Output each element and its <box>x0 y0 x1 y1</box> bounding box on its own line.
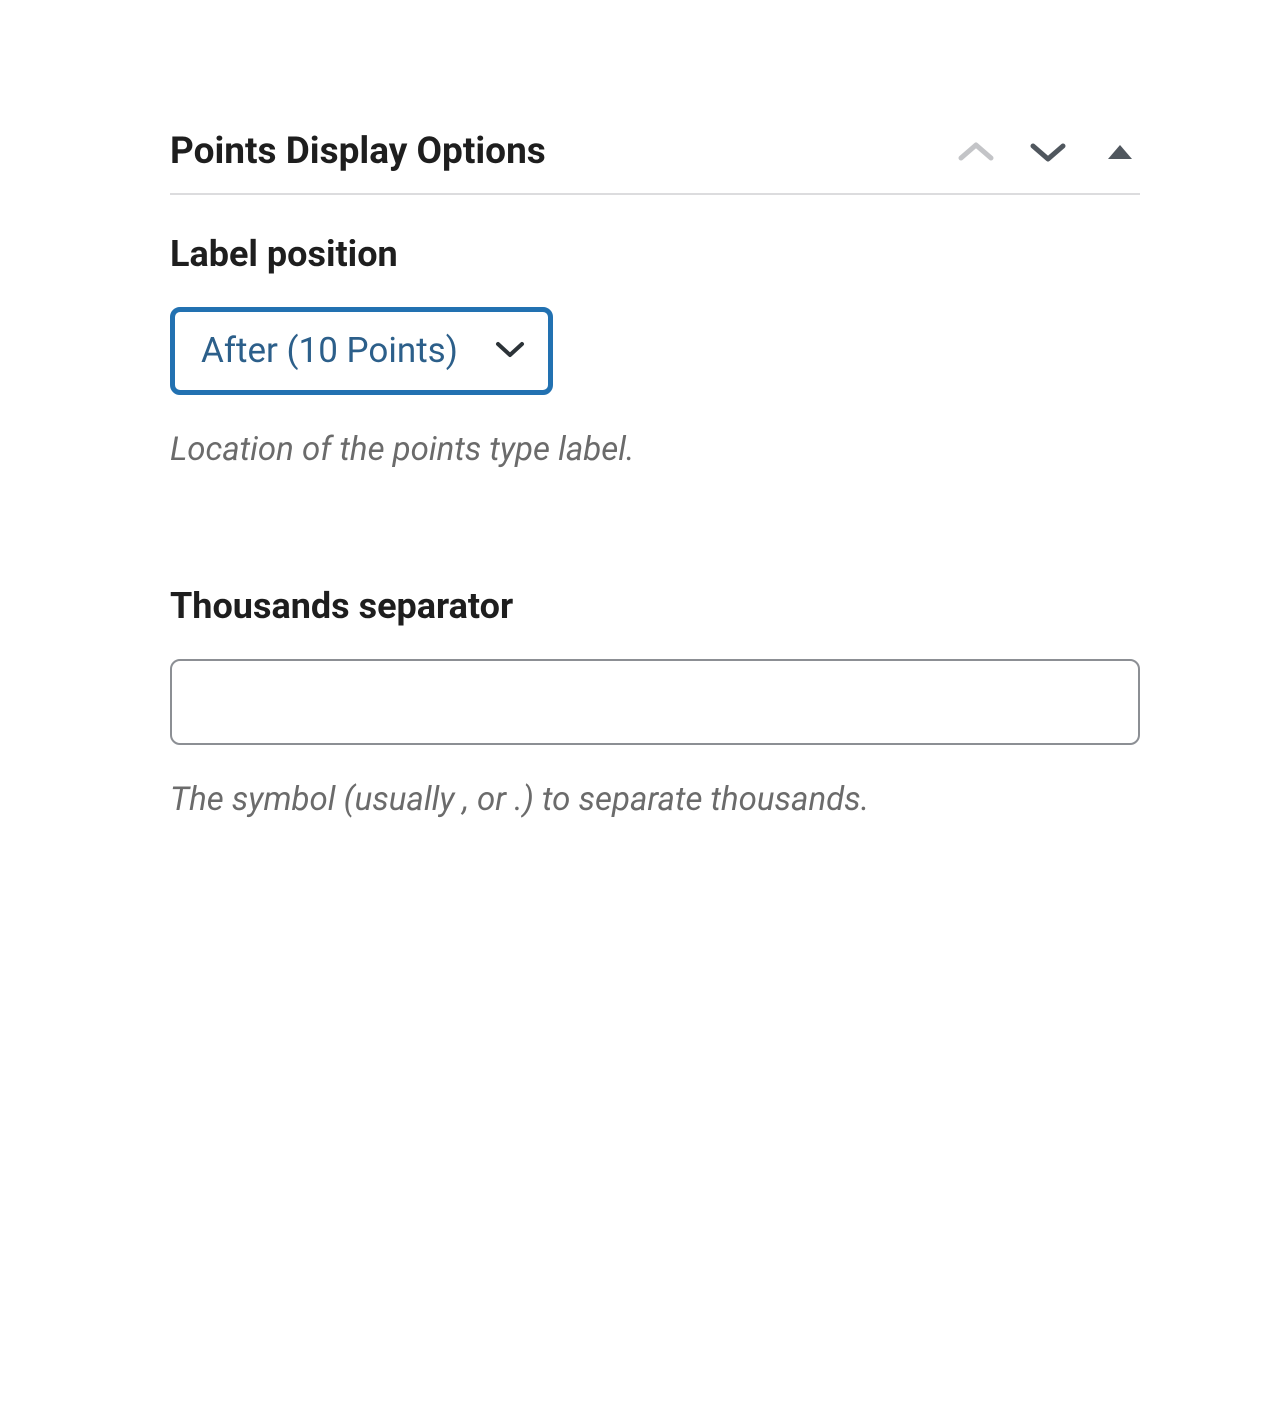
label-position-label: Label position <box>170 233 1140 275</box>
panel-header: Points Display Options <box>170 130 1140 195</box>
move-up-icon[interactable] <box>956 137 996 167</box>
thousands-separator-help: The symbol (usually , or .) to separate … <box>170 775 1140 825</box>
label-position-select[interactable]: After (10 Points) <box>170 307 553 395</box>
label-position-field: Label position After (10 Points) Locatio… <box>170 233 1140 475</box>
label-position-help: Location of the points type label. <box>170 425 1140 475</box>
collapse-toggle-icon[interactable] <box>1100 137 1140 167</box>
points-display-panel: Points Display Options Label position A <box>170 130 1140 824</box>
label-position-select-wrap: After (10 Points) <box>170 307 553 395</box>
move-down-icon[interactable] <box>1028 137 1068 167</box>
thousands-separator-label: Thousands separator <box>170 585 1140 627</box>
thousands-separator-field: Thousands separator The symbol (usually … <box>170 585 1140 825</box>
panel-controls <box>956 137 1140 167</box>
thousands-separator-input[interactable] <box>170 659 1140 745</box>
panel-title: Points Display Options <box>170 130 546 173</box>
